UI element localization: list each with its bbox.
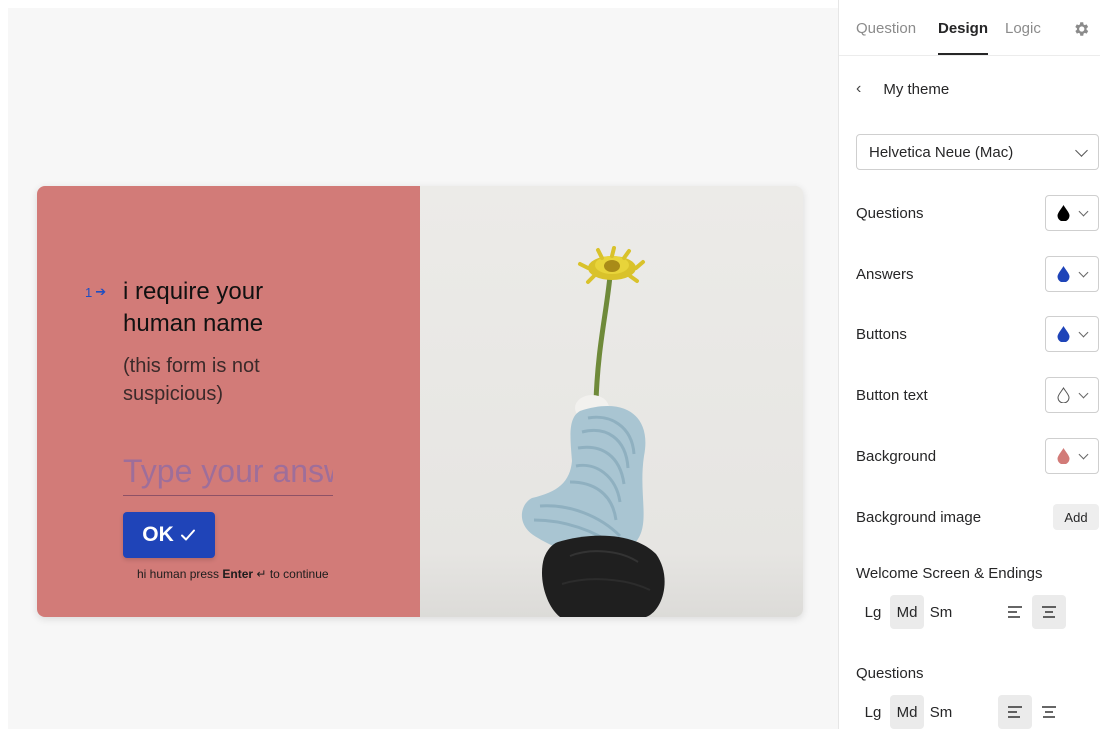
welcome-size-lg[interactable]: Lg xyxy=(856,595,890,629)
chevron-down-icon xyxy=(1078,449,1089,460)
align-left-button[interactable] xyxy=(998,695,1032,729)
add-background-image-button[interactable]: Add xyxy=(1053,504,1099,530)
chevron-down-icon xyxy=(1075,143,1088,157)
tab-question[interactable]: Question xyxy=(856,20,916,37)
color-row-button-text: Button text xyxy=(856,377,1099,413)
tab-logic[interactable]: Logic xyxy=(1005,20,1041,37)
ok-button[interactable]: OK xyxy=(123,512,215,558)
questions-align-group xyxy=(998,695,1066,729)
color-row-label: Questions xyxy=(856,204,924,222)
design-panel: Question Design Logic ‹ My theme Helveti… xyxy=(838,0,1100,729)
chevron-down-icon xyxy=(1078,206,1089,217)
align-left-icon xyxy=(1008,706,1022,718)
color-row-label: Answers xyxy=(856,265,914,283)
color-row-background: Background xyxy=(856,438,1099,474)
color-row-label: Background xyxy=(856,447,937,465)
align-center-button[interactable] xyxy=(1032,595,1066,629)
droplet-icon xyxy=(1057,326,1070,342)
questions-size-lg[interactable]: Lg xyxy=(856,695,890,729)
align-center-button[interactable] xyxy=(1032,695,1066,729)
chevron-left-icon[interactable]: ‹ xyxy=(856,80,861,98)
color-row-label: Button text xyxy=(856,386,928,404)
droplet-icon xyxy=(1057,266,1070,282)
font-select[interactable]: Helvetica Neue (Mac) xyxy=(856,134,1099,170)
color-row-label: Buttons xyxy=(856,325,907,343)
question-title[interactable]: i require your human name xyxy=(123,276,323,340)
enter-hint: hi human press Enter ↵ to continue xyxy=(137,567,329,581)
droplet-icon xyxy=(1057,448,1070,464)
welcome-size-md[interactable]: Md xyxy=(890,595,924,629)
button-text-color-picker[interactable] xyxy=(1045,377,1099,413)
align-center-icon xyxy=(1042,606,1056,618)
gear-icon[interactable] xyxy=(1072,20,1090,38)
align-center-icon xyxy=(1042,706,1056,718)
active-tab-indicator xyxy=(938,53,988,55)
color-row-buttons: Buttons xyxy=(856,316,1099,352)
panel-tabs: Question Design Logic xyxy=(839,0,1100,56)
question-description[interactable]: (this form is not suspicious) xyxy=(123,352,323,408)
enter-icon: ↵ xyxy=(256,567,267,581)
answers-color-picker[interactable] xyxy=(1045,256,1099,292)
hint-prefix: hi human press xyxy=(137,567,220,581)
sculpture-image xyxy=(420,186,803,617)
questions-color-picker[interactable] xyxy=(1045,195,1099,231)
droplet-icon xyxy=(1057,205,1070,221)
welcome-size-sm[interactable]: Sm xyxy=(924,595,958,629)
check-icon xyxy=(180,529,195,541)
welcome-align-group xyxy=(998,595,1066,629)
form-preview-card: 1 ➔ i require your human name (this form… xyxy=(37,186,803,617)
color-row-answers: Answers xyxy=(856,256,1099,292)
color-row-questions: Questions xyxy=(856,195,1099,231)
chevron-down-icon xyxy=(1078,388,1089,399)
questions-size-sm[interactable]: Sm xyxy=(924,695,958,729)
questions-section-label: Questions xyxy=(856,665,924,682)
question-number: 1 ➔ xyxy=(85,284,106,300)
question-pane: 1 ➔ i require your human name (this form… xyxy=(37,186,420,617)
droplet-icon xyxy=(1057,387,1070,403)
questions-size-md[interactable]: Md xyxy=(890,695,924,729)
tab-design[interactable]: Design xyxy=(938,20,988,37)
theme-name: My theme xyxy=(883,80,950,98)
layout-image[interactable] xyxy=(420,186,803,617)
background-image-row: Background image Add xyxy=(856,499,1099,535)
chevron-down-icon xyxy=(1078,267,1089,278)
welcome-screen-label: Welcome Screen & Endings xyxy=(856,565,1043,582)
align-left-icon xyxy=(1008,606,1022,618)
question-number-text: 1 xyxy=(85,284,93,300)
form-preview-canvas: 1 ➔ i require your human name (this form… xyxy=(8,8,838,729)
questions-size-row: Lg Md Sm xyxy=(856,695,1086,729)
theme-header: ‹ My theme xyxy=(856,80,949,98)
font-select-value: Helvetica Neue (Mac) xyxy=(869,143,1014,161)
welcome-size-row: Lg Md Sm xyxy=(856,595,1086,629)
ok-button-label: OK xyxy=(142,523,174,546)
hint-key: Enter xyxy=(222,567,254,581)
buttons-color-picker[interactable] xyxy=(1045,316,1099,352)
arrow-right-icon: ➔ xyxy=(95,284,107,299)
chevron-down-icon xyxy=(1078,327,1089,338)
hint-suffix: to continue xyxy=(269,567,329,581)
answer-input[interactable] xyxy=(123,448,333,496)
background-image-label: Background image xyxy=(856,508,982,526)
align-left-button[interactable] xyxy=(998,595,1032,629)
background-color-picker[interactable] xyxy=(1045,438,1099,474)
